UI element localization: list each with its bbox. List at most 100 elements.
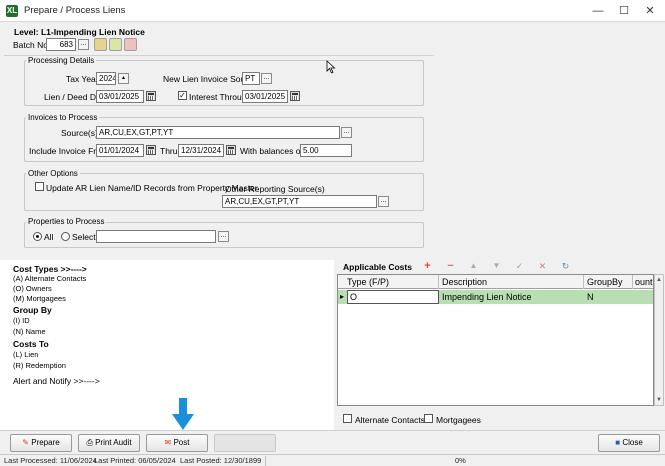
maximize-button[interactable]: ☐ — [611, 2, 637, 20]
confirm-icon[interactable]: ✓ — [509, 261, 530, 272]
group-by-item: (I) ID — [13, 316, 30, 325]
button-bar: ✎ Prepare ⎙ Print Audit ✉ Post ■ Close — [0, 430, 665, 454]
row-description-cell[interactable]: Impending Lien Notice — [442, 292, 532, 302]
invoice-source-lookup-button[interactable]: ... — [261, 73, 272, 84]
refresh-icon[interactable]: ↻ — [555, 261, 576, 272]
cancel-edit-icon[interactable]: ✕ — [532, 261, 553, 272]
last-printed: Last Printed: 06/05/2024 — [94, 456, 176, 465]
prepare-icon: ✎ — [22, 438, 29, 447]
group-by-item: (N) Name — [13, 327, 46, 336]
batch-label: Batch No: — [13, 40, 51, 50]
cost-type-item: (M) Mortgagees — [13, 294, 66, 303]
alert-notify-text: Alert and Notify >>----> — [13, 376, 100, 386]
add-cost-icon[interactable]: + — [417, 261, 438, 272]
applicable-costs-title: Applicable Costs — [343, 262, 412, 272]
costs-grid[interactable]: Type (F/P) Description GroupBy ount ▸ O … — [337, 274, 654, 406]
applicable-costs-panel: Applicable Costs + − ▲ ▼ ✓ ✕ ↻ Type (F/P… — [334, 260, 665, 430]
column-type[interactable]: Type (F/P) — [347, 277, 389, 287]
app-icon: XL — [6, 5, 18, 17]
all-properties-radio[interactable] — [33, 232, 42, 241]
select-properties-label: Select — [72, 232, 96, 242]
mouse-cursor-icon — [326, 60, 336, 74]
alternate-contacts-label: Alternate Contacts — [355, 415, 425, 425]
row-groupby-cell[interactable]: N — [587, 292, 594, 302]
lien-date-calendar-icon[interactable] — [146, 91, 156, 101]
reporting-sources-label: Other Reporting Source(s) — [225, 184, 325, 194]
batch-lookup-button[interactable]: ... — [78, 39, 89, 50]
invoices-label: Invoices to Process — [26, 113, 100, 122]
scroll-down-icon[interactable]: ▼ — [655, 395, 663, 405]
post-icon: ✉ — [164, 438, 172, 447]
move-down-icon[interactable]: ▼ — [486, 261, 507, 272]
title-bar: XL Prepare / Process Liens — ☐ ✕ — [0, 0, 665, 22]
costs-to-item: (L) Lien — [13, 350, 39, 359]
move-up-icon[interactable]: ▲ — [463, 261, 484, 272]
prepare-button[interactable]: ✎ Prepare — [10, 434, 72, 452]
interest-through-input[interactable]: 03/01/2025 — [242, 90, 288, 103]
invoice-source-input[interactable]: PT — [242, 72, 260, 85]
update-ar-lien-checkbox[interactable] — [35, 182, 44, 191]
disabled-button — [214, 434, 276, 452]
tax-year-spinner[interactable]: ▴ — [118, 73, 129, 84]
sources-input[interactable]: AR,CU,EX,GT,PT,YT — [96, 126, 340, 139]
invoice-thru-calendar-icon[interactable] — [226, 145, 236, 155]
row-type-cell[interactable]: O — [347, 290, 439, 304]
table-row[interactable]: ▸ O Impending Lien Notice N — [338, 290, 653, 304]
annotation-arrow-icon — [172, 398, 194, 430]
balance-input[interactable]: 5.00 — [300, 144, 352, 157]
column-groupby[interactable]: GroupBy — [587, 277, 623, 287]
processing-details-label: Processing Details — [26, 56, 97, 65]
level-value: L1-Impending Lien Notice — [40, 27, 145, 37]
post-button[interactable]: ✉ Post — [146, 434, 208, 452]
column-amount[interactable]: ount — [635, 277, 653, 287]
status-divider — [265, 456, 266, 466]
invoice-from-calendar-icon[interactable] — [146, 145, 156, 155]
progress-percent: 0% — [455, 456, 466, 465]
group-by-header: Group By — [13, 305, 52, 315]
last-posted: Last Posted: 12/30/1899 — [180, 456, 262, 465]
open-batch-icon[interactable] — [94, 38, 107, 51]
select-properties-lookup-button[interactable]: ... — [218, 231, 229, 242]
column-divider — [583, 275, 584, 289]
close-button[interactable]: ■ Close — [598, 434, 660, 452]
sources-label: Source(s) — [61, 128, 98, 138]
window-title: Prepare / Process Liens — [24, 5, 126, 16]
interest-through-checkbox[interactable]: ✓ — [178, 91, 187, 100]
sources-lookup-button[interactable]: ... — [341, 127, 352, 138]
level-label: Level: L1-Impending Lien Notice — [14, 27, 145, 37]
close-window-button[interactable]: ✕ — [637, 2, 663, 20]
scroll-up-icon[interactable]: ▲ — [655, 275, 663, 285]
mortgagees-checkbox[interactable] — [424, 414, 433, 423]
last-processed: Last Processed: 11/06/2024 — [4, 456, 97, 465]
printer-icon: ⎙ — [86, 438, 93, 447]
remove-cost-icon[interactable]: − — [440, 261, 461, 272]
select-properties-input[interactable] — [96, 230, 216, 243]
other-options-label: Other Options — [26, 169, 80, 178]
legend-panel: Cost Types >>----> (A) Alternate Contact… — [0, 260, 333, 430]
grid-scrollbar[interactable]: ▲ ▼ — [654, 274, 664, 406]
tax-year-label: Tax Year — [66, 74, 99, 84]
reporting-sources-lookup-button[interactable]: ... — [378, 196, 389, 207]
print-audit-button[interactable]: ⎙ Print Audit — [78, 434, 140, 452]
batch-number-input[interactable]: 683 — [46, 38, 76, 51]
alternate-contacts-checkbox[interactable] — [343, 414, 352, 423]
cost-type-item: (O) Owners — [13, 284, 52, 293]
column-divider — [632, 275, 633, 289]
new-batch-icon[interactable] — [109, 38, 122, 51]
tax-year-input[interactable]: 2024 — [96, 72, 116, 85]
status-bar: Last Processed: 11/06/2024 Last Printed:… — [0, 454, 665, 466]
invoice-thru-input[interactable]: 12/31/2024 — [178, 144, 224, 157]
reporting-sources-input[interactable]: AR,CU,EX,GT,PT,YT — [222, 195, 377, 208]
all-properties-label: All — [44, 232, 54, 242]
column-description[interactable]: Description — [442, 277, 487, 287]
column-divider — [438, 275, 439, 289]
close-icon: ■ — [615, 438, 621, 447]
minimize-button[interactable]: — — [585, 2, 611, 20]
mortgagees-label: Mortgagees — [436, 415, 481, 425]
select-properties-radio[interactable] — [61, 232, 70, 241]
invoice-from-input[interactable]: 01/01/2024 — [96, 144, 144, 157]
interest-through-calendar-icon[interactable] — [290, 91, 300, 101]
delete-batch-icon[interactable] — [124, 38, 137, 51]
costs-to-header: Costs To — [13, 339, 49, 349]
lien-date-input[interactable]: 03/01/2025 — [96, 90, 144, 103]
